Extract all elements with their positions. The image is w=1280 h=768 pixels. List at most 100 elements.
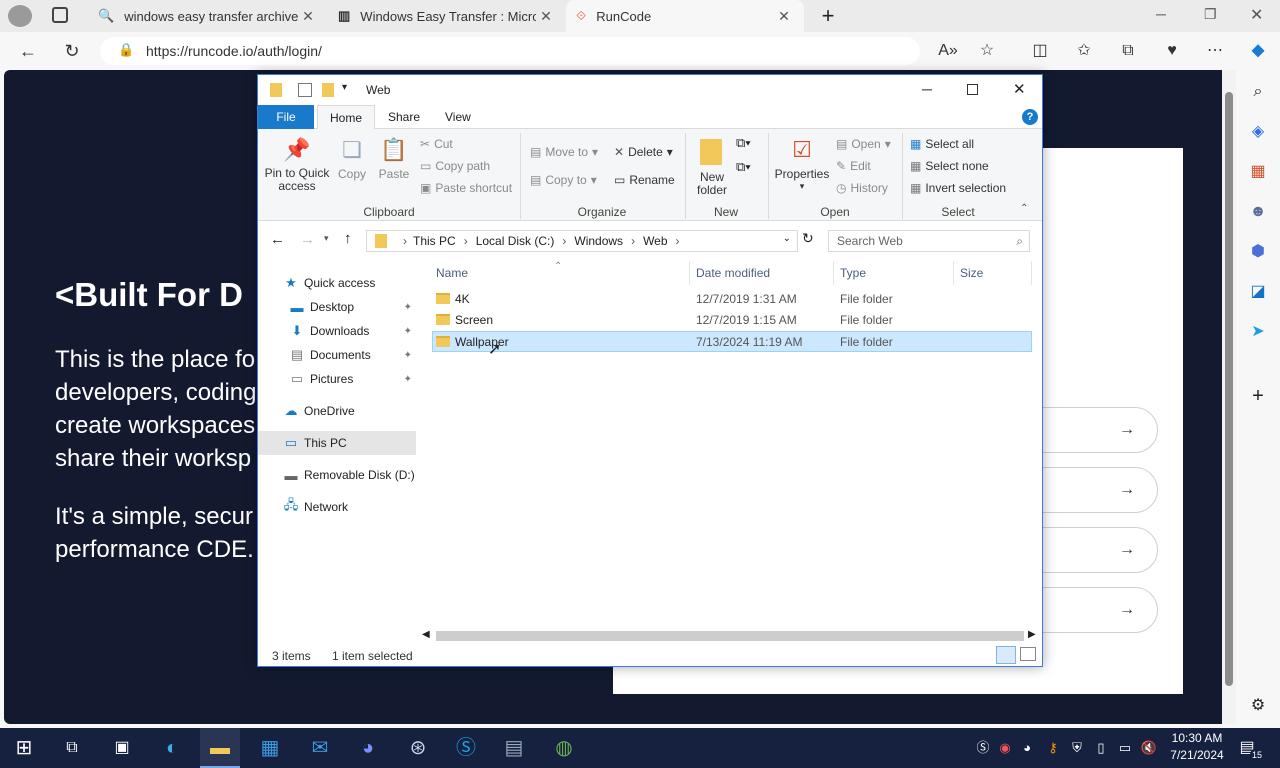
battery-icon[interactable]: ▯: [1092, 738, 1110, 758]
tray-icon[interactable]: Ⓢ: [974, 738, 992, 758]
select-none-button[interactable]: ▦ Select none: [910, 159, 989, 173]
refresh-icon[interactable]: ↻: [802, 230, 814, 247]
nav-item-removable-disk[interactable]: ▬ Removable Disk (D:): [258, 463, 416, 487]
copy-path-button[interactable]: ▭ Copy path: [420, 159, 490, 173]
more-menu-icon[interactable]: ⋯: [1203, 40, 1227, 62]
easy-access-icon[interactable]: ⧉▾: [736, 159, 751, 175]
close-tab-icon[interactable]: ✕: [536, 8, 556, 25]
wifi-icon[interactable]: ▭: [1116, 738, 1134, 758]
scroll-left-icon[interactable]: ◀: [422, 629, 430, 640]
help-icon[interactable]: ?: [1022, 109, 1038, 125]
nav-item-onedrive[interactable]: ☁ OneDrive: [258, 399, 416, 423]
breadcrumb-item[interactable]: This PC: [413, 234, 456, 248]
calculator-icon[interactable]: ▤: [494, 728, 534, 768]
refresh-icon[interactable]: ↻: [59, 40, 85, 62]
nav-item-desktop[interactable]: ▬ Desktop ✦: [258, 295, 416, 319]
delete-button[interactable]: ✕ Delete ▾: [614, 145, 673, 159]
tab-share[interactable]: Share: [376, 105, 432, 129]
favorites-icon[interactable]: ✩: [1072, 40, 1096, 62]
back-icon[interactable]: ←: [270, 231, 285, 248]
tools-icon[interactable]: ▦: [1246, 160, 1270, 184]
breadcrumb-item[interactable]: Windows: [574, 234, 623, 248]
paste-shortcut-button[interactable]: ▣ Paste shortcut: [420, 181, 512, 195]
send-icon[interactable]: ➤: [1246, 320, 1270, 344]
steam-icon[interactable]: ⊛: [398, 728, 438, 768]
skype-icon[interactable]: Ⓢ: [446, 728, 486, 768]
collections-icon[interactable]: ⧉: [1116, 40, 1140, 62]
scroll-right-icon[interactable]: ▶: [1028, 629, 1036, 640]
profile-avatar[interactable]: [8, 5, 32, 27]
close-window-icon[interactable]: ✕: [1250, 5, 1263, 25]
column-type[interactable]: Type: [834, 261, 954, 285]
start-icon[interactable]: ⊞: [4, 728, 44, 768]
new-folder-button[interactable]: New folder: [692, 137, 732, 197]
browser-tab[interactable]: 🔍 windows easy transfer archive.o ✕: [88, 0, 328, 32]
properties-icon[interactable]: [298, 83, 312, 97]
cut-button[interactable]: ✂ Cut: [420, 137, 453, 151]
open-button[interactable]: ▤ Open ▾: [836, 137, 891, 151]
key-icon[interactable]: ⚷: [1044, 738, 1062, 758]
nav-item-this-pc[interactable]: ▭ This PC: [258, 431, 416, 455]
back-icon[interactable]: ←: [15, 40, 41, 62]
shopping-icon[interactable]: ◈: [1246, 120, 1270, 144]
discord-icon[interactable]: ◕: [348, 728, 388, 768]
discord-tray-icon[interactable]: ◕: [1018, 738, 1036, 758]
column-size[interactable]: Size: [954, 261, 1032, 285]
outlook-icon[interactable]: ◪: [1246, 280, 1270, 304]
clock[interactable]: 10:30 AM 7/21/2024: [1166, 730, 1228, 764]
column-date-modified[interactable]: Date modified: [690, 261, 834, 285]
page-scroll-thumb[interactable]: [1225, 92, 1233, 686]
new-tab-button[interactable]: +: [816, 3, 840, 29]
rename-button[interactable]: ▭ Rename: [614, 173, 675, 187]
nav-item-pictures[interactable]: ▭ Pictures ✦: [258, 367, 416, 391]
tab-actions-icon[interactable]: [52, 7, 68, 23]
table-row[interactable]: Screen 12/7/2019 1:15 AM File folder: [430, 310, 1030, 331]
minimize-icon[interactable]: ─: [1156, 6, 1166, 22]
paste-button[interactable]: 📋 Paste: [376, 137, 412, 181]
copilot-icon[interactable]: ◆: [1246, 40, 1270, 62]
quick-access-toolbar-dropdown-icon[interactable]: ▾: [342, 82, 347, 93]
large-icons-view-icon[interactable]: [1020, 647, 1036, 661]
breadcrumb-item[interactable]: Web: [643, 234, 667, 248]
horizontal-scrollbar[interactable]: ◀ ▶: [418, 628, 1042, 644]
edit-button[interactable]: ✎ Edit: [836, 159, 871, 173]
file-explorer-icon[interactable]: ▬: [200, 728, 240, 768]
select-all-button[interactable]: ▦ Select all: [910, 137, 974, 151]
close-tab-icon[interactable]: ✕: [298, 8, 318, 25]
copy-button[interactable]: ❏ Copy: [334, 137, 370, 181]
mail-icon[interactable]: ✉: [300, 728, 340, 768]
people-icon[interactable]: ☻: [1246, 200, 1270, 224]
url-bar[interactable]: 🔒 https://runcode.io/auth/login/: [100, 37, 920, 65]
history-button[interactable]: ◷ History: [836, 181, 888, 195]
office-icon[interactable]: ⬢: [1246, 240, 1270, 264]
new-item-icon[interactable]: ⧉▾: [736, 135, 751, 151]
properties-button[interactable]: ☑ Properties ▾: [774, 137, 830, 192]
recent-locations-icon[interactable]: ▾: [324, 233, 329, 244]
chevron-down-icon[interactable]: ⌄: [783, 233, 791, 244]
extensions-icon[interactable]: ♥: [1160, 40, 1184, 62]
minimize-icon[interactable]: ─: [922, 81, 932, 97]
breadcrumb[interactable]: › This PC › Local Disk (C:) › Windows › …: [366, 230, 798, 252]
new-folder-icon[interactable]: [322, 83, 334, 97]
add-icon[interactable]: +: [1246, 384, 1270, 408]
search-icon[interactable]: ⌕: [1246, 80, 1270, 104]
restore-icon[interactable]: ❐: [1204, 6, 1217, 23]
search-input[interactable]: Search Web ⌕: [828, 230, 1030, 252]
column-name[interactable]: Name ⌃: [430, 261, 690, 285]
move-to-button[interactable]: ▤ Move to ▾: [530, 145, 598, 159]
nav-item-downloads[interactable]: ⬇ Downloads ✦: [258, 319, 416, 343]
details-view-icon[interactable]: [996, 646, 1016, 664]
tab-home[interactable]: Home: [317, 105, 376, 129]
tab-file[interactable]: File: [258, 105, 314, 129]
chrome-icon[interactable]: ◉: [996, 738, 1014, 758]
close-icon[interactable]: ✕: [1013, 80, 1026, 98]
task-view-icon[interactable]: ⧉: [52, 728, 92, 768]
volume-mute-icon[interactable]: 🔇: [1140, 738, 1158, 758]
shield-icon[interactable]: ⛨: [1068, 738, 1086, 758]
nav-item-documents[interactable]: ▤ Documents ✦: [258, 343, 416, 367]
maximize-icon[interactable]: [967, 84, 978, 95]
invert-selection-button[interactable]: ▦ Invert selection: [910, 181, 1006, 195]
split-screen-icon[interactable]: ◫: [1028, 40, 1052, 62]
nav-item-network[interactable]: 🖧 Network: [258, 495, 416, 519]
table-row[interactable]: 4K 12/7/2019 1:31 AM File folder: [430, 289, 1030, 310]
